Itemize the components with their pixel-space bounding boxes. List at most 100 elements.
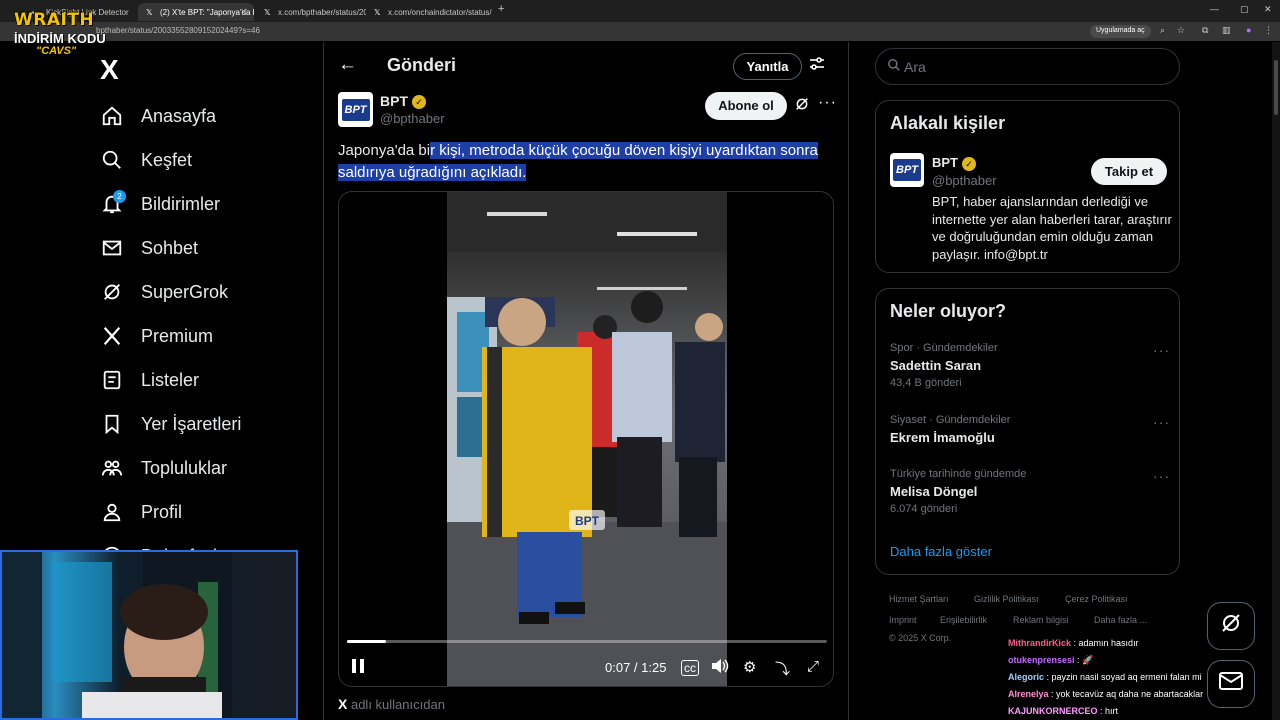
close-window-icon[interactable]: ✕	[1264, 4, 1272, 15]
pause-icon[interactable]	[351, 658, 365, 678]
footer-link[interactable]: Gizlilik Politikası	[974, 594, 1039, 604]
trend-item[interactable]: Siyaset · Gündemdekiler Ekrem İmamoğlu ·…	[890, 414, 1170, 445]
nav-label: Bildirimler	[141, 193, 221, 214]
trend-name: Melisa Döngel	[890, 484, 978, 499]
chat-message: KAJUNKORNERCEO : hırt	[1008, 706, 1119, 716]
nav-item-chat[interactable]: Sohbet	[100, 228, 198, 268]
extensions-icon[interactable]: ⧉	[1202, 25, 1208, 36]
video-progress-track[interactable]	[347, 640, 827, 643]
volume-icon[interactable]	[711, 658, 729, 678]
footer-link[interactable]: Hizmet Şartları	[889, 594, 949, 604]
video-frame: BPT	[447, 192, 727, 686]
dock-video-icon[interactable]: ⤵	[775, 658, 790, 679]
grok-icon	[100, 280, 124, 304]
open-in-app-chip[interactable]: Uygulamada aç	[1090, 25, 1151, 38]
menu-icon[interactable]: ⋮	[1264, 25, 1273, 36]
url-text[interactable]: bpthaber/status/2003355280915202449?s=46	[96, 26, 260, 35]
author-avatar[interactable]: BPT	[338, 92, 373, 127]
nav-item-lists[interactable]: Listeler	[100, 360, 199, 400]
grok-icon	[1219, 611, 1243, 641]
trend-count: 43,4 B gönderi	[890, 377, 962, 389]
nav-item-communities[interactable]: Topluluklar	[100, 448, 227, 488]
new-tab-icon[interactable]: +	[498, 3, 504, 15]
page-title: Gönderi	[387, 55, 457, 75]
trend-item[interactable]: Türkiye tarihinde gündemde Melisa Döngel…	[890, 468, 1170, 515]
nav-item-bookmarks[interactable]: Yer İşaretleri	[100, 404, 241, 444]
fullscreen-icon[interactable]: ⤢	[807, 658, 819, 675]
chat-text: yok tecavüz aq daha ne abartacaklar	[1056, 689, 1204, 699]
x-logo[interactable]: X	[100, 54, 119, 86]
grok-icon[interactable]	[794, 96, 810, 117]
nav-item-supergrok[interactable]: SuperGrok	[100, 272, 228, 312]
minimize-icon[interactable]: —	[1210, 4, 1219, 14]
maximize-icon[interactable]: ▢	[1240, 4, 1249, 15]
author-handle[interactable]: @bpthaber	[380, 111, 445, 126]
x-favicon-icon: 𝕏	[264, 8, 271, 17]
footer-link[interactable]: Daha fazla ...	[1094, 615, 1147, 625]
browser-tab[interactable]: 𝕏 x.com/bpthaber/status/200321	[256, 3, 366, 21]
nav-label: Profil	[141, 501, 183, 522]
more-options-icon[interactable]: ···	[1153, 342, 1170, 358]
chat-message: otukenprensesi : 🚀	[1008, 655, 1094, 665]
video-player[interactable]: BPT 0:07 / 1:25 cc ⚙ ⤵ ⤢	[338, 191, 834, 687]
related-handle[interactable]: @bpthaber	[932, 173, 997, 188]
captions-icon[interactable]: cc	[681, 660, 699, 676]
grok-fab[interactable]	[1207, 602, 1255, 650]
chat-message: MithrandirKick : adamın hasıdır	[1008, 638, 1139, 648]
tab-close-icon[interactable]: ✕	[240, 7, 248, 18]
filter-icon[interactable]	[809, 56, 825, 77]
star-icon[interactable]: ☆	[1177, 25, 1185, 36]
chat-text: payzin nasil soyad aq ermeni falan mi	[1051, 672, 1202, 682]
nav-item-profile[interactable]: Profil	[100, 492, 182, 532]
browser-tab-active[interactable]: 𝕏 (2) X'te BPT: "Japonya'da bi ✕	[138, 3, 254, 21]
subscribe-button[interactable]: Abone ol	[705, 92, 787, 120]
show-more-link[interactable]: Daha fazla göster	[890, 544, 992, 559]
more-options-icon[interactable]: ···	[818, 94, 837, 112]
profile-icon[interactable]: ●	[1246, 25, 1251, 35]
post-text-plain: Japonya'da bi	[338, 142, 431, 159]
follow-button[interactable]: Takip et	[1091, 158, 1167, 185]
nav-label: Anasayfa	[141, 105, 217, 126]
scrollbar-thumb[interactable]	[1274, 60, 1278, 115]
trend-item[interactable]: Spor · Gündemdekiler Sadettin Saran 43,4…	[890, 342, 1170, 389]
x-favicon-icon: 𝕏	[374, 8, 381, 17]
nav-item-notifications[interactable]: 2 Bildirimler	[100, 184, 220, 224]
more-options-icon[interactable]: ···	[1153, 414, 1170, 430]
trends-card: Neler oluyor? Spor · Gündemdekiler Sadet…	[875, 288, 1180, 575]
browser-tab[interactable]: 𝕏 x.com/onchaindictator/status/	[366, 3, 492, 21]
sidebar-icon[interactable]: ▥	[1222, 25, 1231, 36]
more-options-icon[interactable]: ···	[1153, 468, 1170, 484]
card-title: Neler oluyor?	[890, 301, 1007, 321]
footer-link[interactable]: Imprint	[889, 615, 917, 625]
webcam-overlay	[0, 550, 298, 720]
footer-link[interactable]: Çerez Politikası	[1065, 594, 1128, 604]
tab-label: x.com/bpthaber/status/200321	[278, 8, 366, 17]
nav-item-premium[interactable]: Premium	[100, 316, 213, 356]
reply-button[interactable]: Yanıtla	[733, 53, 802, 80]
footer-link[interactable]: Reklam bilgisi	[1013, 615, 1069, 625]
browser-tab-bar: ▪ KickSight Link Detector 𝕏 (2) X'te BPT…	[0, 0, 1280, 22]
related-name-text: BPT	[932, 155, 958, 170]
search-input[interactable]: Ara	[875, 48, 1180, 85]
nav-label: Listeler	[141, 369, 200, 390]
video-watermark: BPT	[575, 514, 600, 528]
footer-link[interactable]: Erişilebilirlik	[940, 615, 987, 625]
related-avatar[interactable]: BPT	[890, 153, 924, 187]
video-progress-fill	[347, 640, 387, 643]
verified-badge-icon: ✓	[412, 95, 426, 110]
settings-gear-icon[interactable]: ⚙	[743, 658, 756, 676]
page-scrollbar[interactable]	[1272, 42, 1280, 720]
messages-fab[interactable]	[1207, 660, 1255, 708]
trend-category: Spor · Gündemdekiler	[890, 342, 998, 354]
chat-text: hırt	[1105, 706, 1119, 716]
zoom-icon[interactable]: ⌕	[1160, 25, 1165, 36]
trend-count: 6.074 gönderi	[890, 503, 958, 515]
nav-item-home[interactable]: Anasayfa	[100, 96, 216, 136]
caption-text: adlı kullanıcıdan	[350, 697, 445, 712]
back-arrow-icon[interactable]: ←	[338, 54, 357, 76]
related-name[interactable]: BPT ✓	[932, 155, 976, 171]
nav-item-explore[interactable]: Keşfet	[100, 140, 192, 180]
related-people-card: Alakalı kişiler BPT BPT ✓ @bpthaber Takip…	[875, 100, 1180, 273]
author-name[interactable]: BPT ✓	[380, 93, 426, 110]
column-divider	[323, 42, 324, 720]
